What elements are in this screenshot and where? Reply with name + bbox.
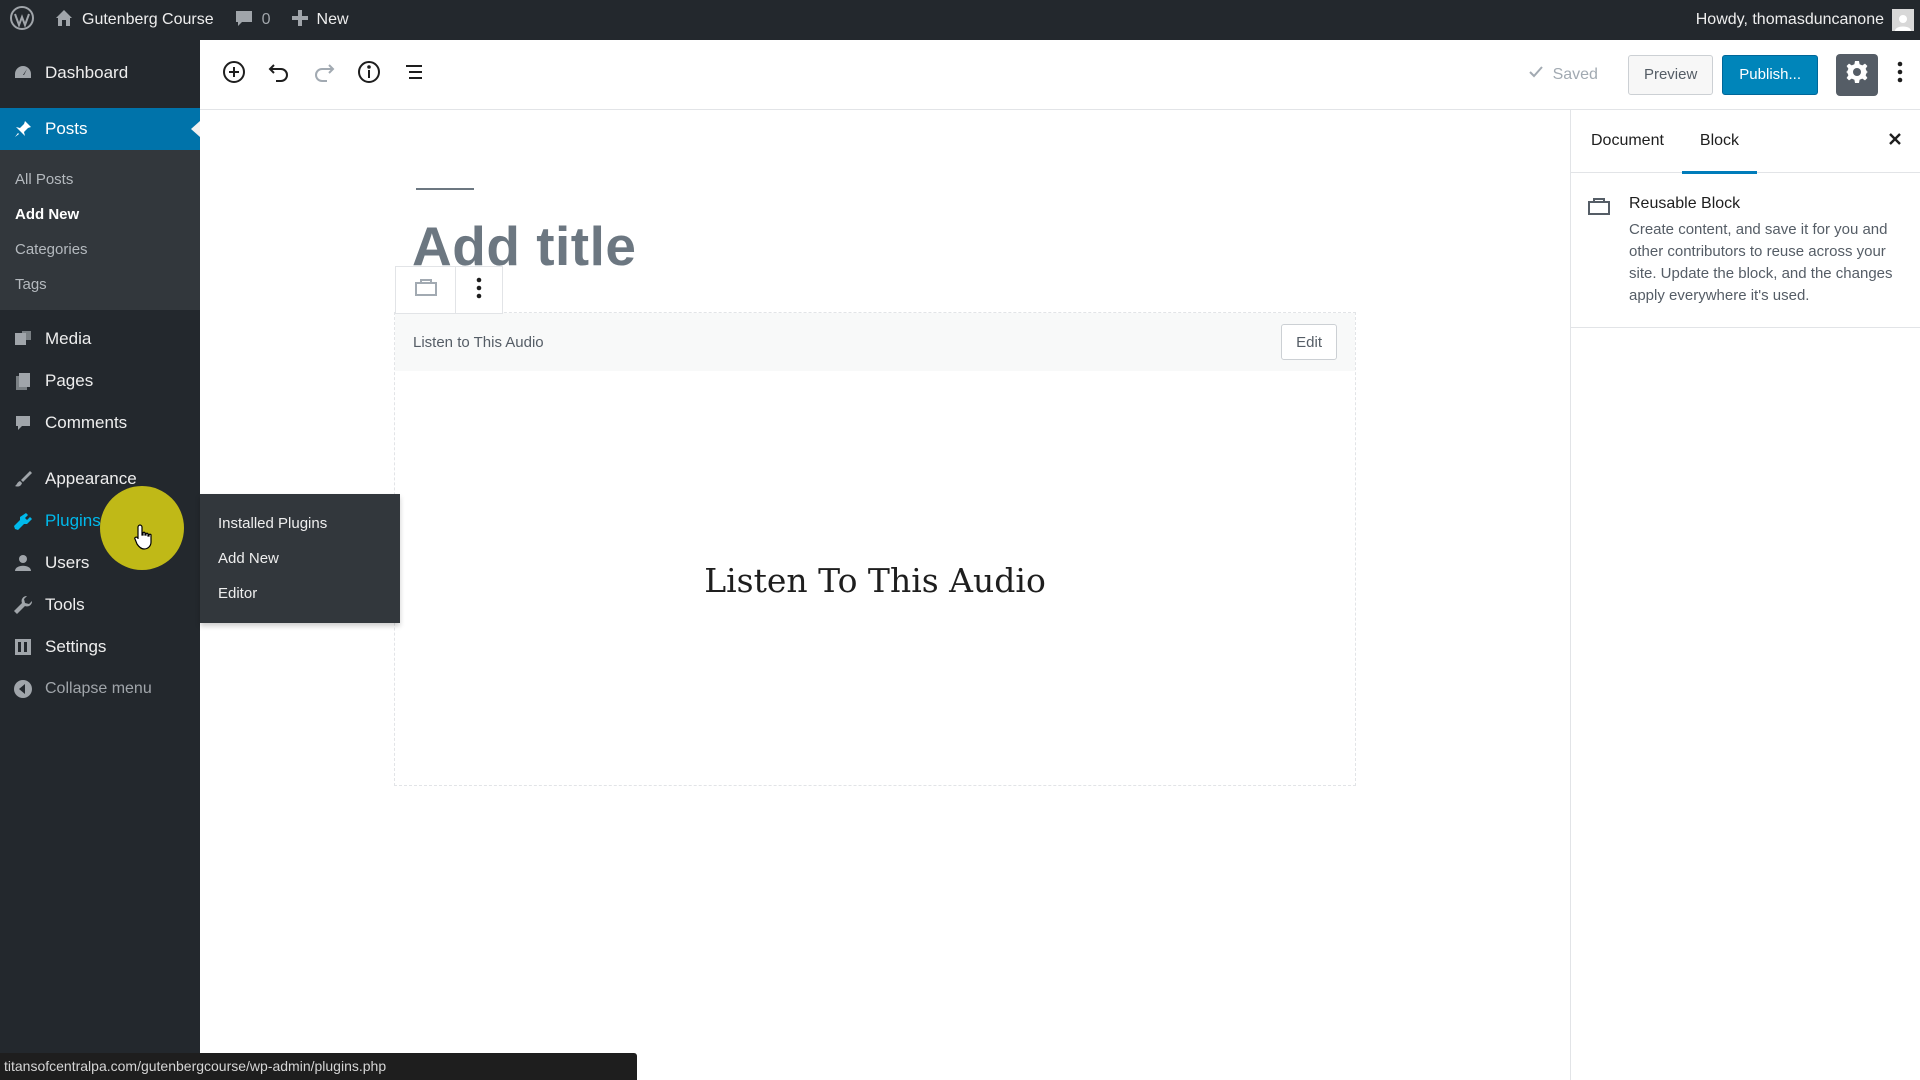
wordpress-logo-button[interactable] — [0, 0, 44, 40]
reusable-block-name: Listen to This Audio — [413, 333, 544, 351]
redo-button[interactable] — [306, 57, 342, 93]
title-separator — [416, 188, 474, 190]
settings-icon — [12, 636, 34, 658]
block-inspector-sidebar: Document Block Reusable Block Create con… — [1570, 110, 1920, 1080]
new-label: New — [316, 11, 349, 28]
saved-state: Saved — [1527, 63, 1598, 86]
block-toolbar — [395, 266, 503, 314]
reusable-block-header: Listen to This Audio Edit — [395, 313, 1355, 371]
block-heading[interactable]: Listen To This Audio — [395, 561, 1355, 600]
menu-comments[interactable]: Comments — [0, 402, 200, 444]
menu-appearance-label: Appearance — [45, 469, 137, 488]
menu-appearance[interactable]: Appearance — [0, 458, 200, 500]
comments-count: 0 — [261, 11, 271, 28]
user-icon — [12, 552, 34, 574]
menu-pages[interactable]: Pages — [0, 360, 200, 402]
menu-plugins-label: Plugins — [45, 511, 101, 530]
publish-button[interactable]: Publish... — [1722, 54, 1818, 95]
pages-icon — [12, 370, 34, 392]
flyout-editor[interactable]: Editor — [200, 576, 400, 611]
block-more-options-button[interactable] — [456, 267, 502, 313]
submenu-categories[interactable]: Categories — [0, 232, 200, 267]
preview-button[interactable]: Preview — [1627, 54, 1714, 95]
plugin-icon — [12, 510, 34, 532]
collapse-menu-label: Collapse menu — [45, 680, 152, 697]
redo-icon — [312, 60, 336, 89]
edit-reusable-button[interactable]: Edit — [1281, 324, 1337, 360]
avatar — [1892, 9, 1914, 31]
info-icon — [356, 59, 382, 90]
add-block-button[interactable] — [216, 57, 252, 93]
submenu-add-new[interactable]: Add New — [0, 197, 200, 232]
kebab-icon — [476, 277, 482, 304]
dashboard-icon — [12, 62, 34, 84]
block-card-title: Reusable Block — [1629, 195, 1741, 212]
block-card-description: Create content, and save it for you and … — [1629, 221, 1893, 304]
close-icon — [1888, 132, 1902, 151]
posts-submenu: All Posts Add New Categories Tags — [0, 150, 200, 310]
block-type-button[interactable] — [396, 267, 456, 313]
block-navigation-button[interactable] — [396, 57, 432, 93]
menu-media[interactable]: Media — [0, 318, 200, 360]
menu-media-label: Media — [45, 329, 92, 348]
new-content-link[interactable]: New — [281, 0, 359, 40]
status-bar-url: titansofcentralpa.com/gutenbergcourse/wp… — [0, 1053, 637, 1080]
tab-document[interactable]: Document — [1573, 110, 1682, 173]
menu-pages-label: Pages — [45, 371, 94, 390]
hand-cursor-icon — [134, 524, 154, 555]
inspector-tabs: Document Block — [1571, 110, 1920, 174]
wrench-icon — [12, 594, 34, 616]
reusable-block-icon — [1587, 195, 1611, 307]
tab-block[interactable]: Block — [1681, 110, 1758, 174]
outline-icon — [402, 60, 426, 89]
account-menu[interactable]: Howdy, thomasduncanone — [1686, 0, 1920, 40]
admin-bar: Gutenberg Course 0 New Howdy, thomasdunc… — [0, 0, 1920, 40]
comments-link[interactable]: 0 — [224, 0, 281, 40]
flyout-add-new[interactable]: Add New — [200, 541, 400, 576]
settings-toggle-button[interactable] — [1836, 53, 1878, 96]
pin-icon — [12, 118, 34, 140]
more-tools-button[interactable] — [1888, 55, 1912, 95]
undo-button[interactable] — [261, 57, 297, 93]
menu-settings-label: Settings — [45, 637, 107, 656]
check-icon — [1527, 63, 1553, 86]
close-sidebar-button[interactable] — [1884, 130, 1906, 152]
menu-dashboard[interactable]: Dashboard — [0, 52, 200, 94]
editor-header-toolbar: Saved Preview Publish... — [200, 40, 1920, 110]
menu-posts-label: Posts — [45, 119, 88, 138]
menu-dashboard-label: Dashboard — [45, 63, 129, 82]
brush-icon — [12, 468, 34, 490]
submenu-all-posts[interactable]: All Posts — [0, 162, 200, 197]
howdy-text: Howdy, thomasduncanone — [1695, 11, 1884, 28]
add-block-icon — [221, 59, 247, 90]
menu-posts[interactable]: Posts — [0, 108, 200, 150]
home-icon — [54, 8, 74, 33]
submenu-tags[interactable]: Tags — [0, 267, 200, 302]
menu-tools[interactable]: Tools — [0, 584, 200, 626]
content-info-button[interactable] — [351, 57, 387, 93]
kebab-icon — [1897, 61, 1903, 88]
menu-settings[interactable]: Settings — [0, 626, 200, 668]
site-name-link[interactable]: Gutenberg Course — [44, 0, 224, 40]
media-icon — [12, 328, 34, 350]
comments-icon — [12, 412, 34, 434]
saved-label: Saved — [1552, 65, 1598, 83]
reusable-block[interactable]: Listen to This Audio Edit Listen To This… — [394, 312, 1356, 786]
block-card: Reusable Block Create content, and save … — [1571, 173, 1920, 328]
plugins-flyout-menu: Installed Plugins Add New Editor — [200, 494, 400, 623]
undo-icon — [267, 60, 291, 89]
comment-icon — [234, 8, 254, 33]
wordpress-icon — [9, 5, 35, 36]
site-name: Gutenberg Course — [82, 11, 214, 28]
plus-icon — [291, 9, 309, 32]
menu-users-label: Users — [45, 553, 90, 572]
collapse-menu-button[interactable]: Collapse menu — [0, 668, 200, 710]
menu-tools-label: Tools — [45, 595, 85, 614]
gear-icon — [1845, 60, 1869, 89]
flyout-installed-plugins[interactable]: Installed Plugins — [200, 506, 400, 541]
admin-sidebar: Dashboard Posts All Posts Add New Catego… — [0, 40, 200, 1080]
reusable-block-icon — [414, 278, 438, 303]
menu-comments-label: Comments — [45, 413, 128, 432]
collapse-icon — [12, 678, 34, 700]
